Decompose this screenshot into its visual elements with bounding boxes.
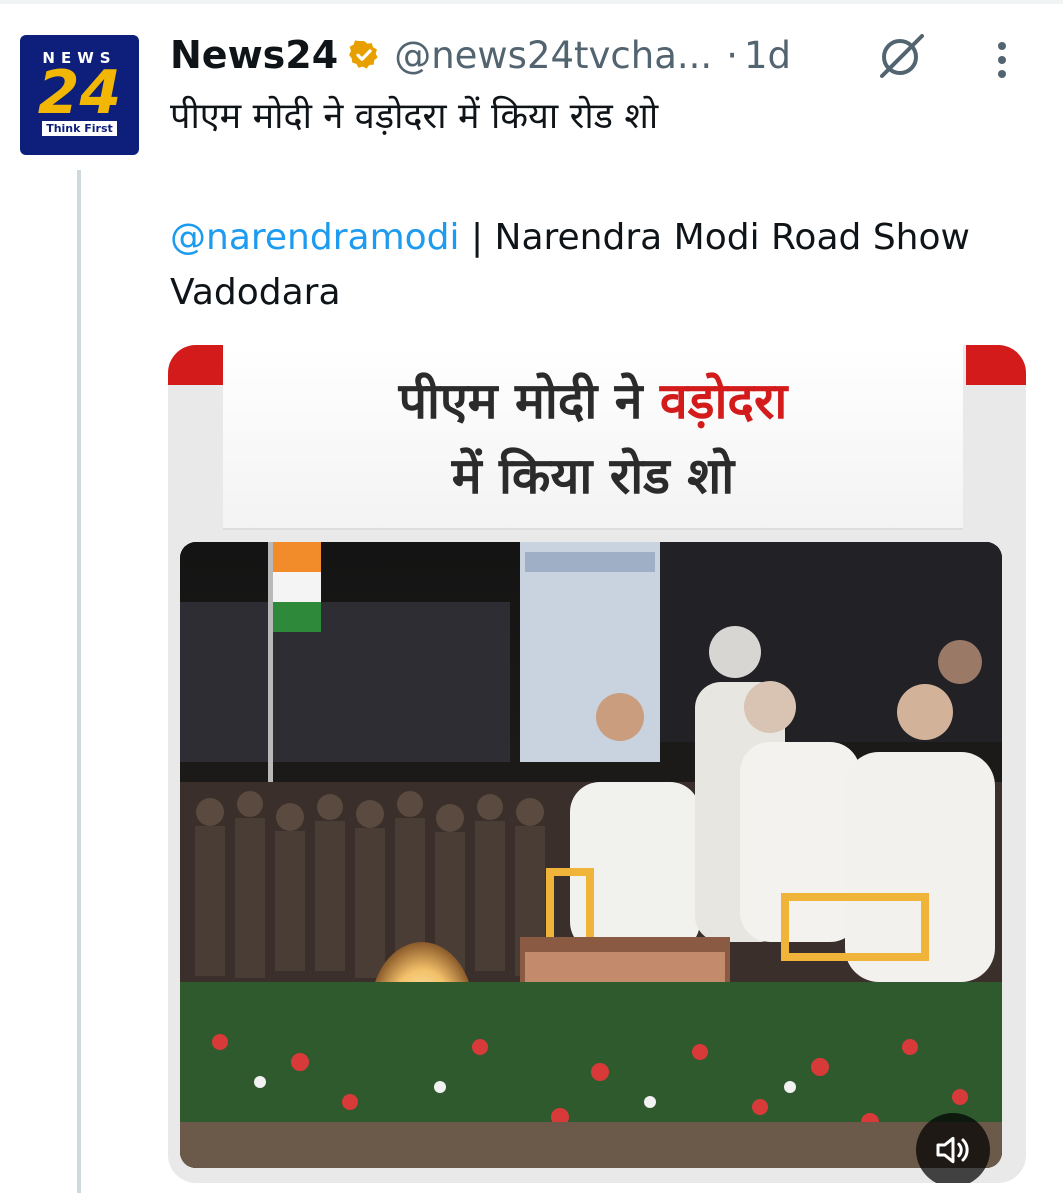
headline-line-1: पीएम मोदी ने वड़ोदरा xyxy=(223,365,963,433)
video-scene-graphic xyxy=(180,542,1002,1168)
verified-badge-icon[interactable] xyxy=(348,39,380,71)
headline-red-word: वड़ोदरा xyxy=(659,372,788,430)
more-options-icon[interactable] xyxy=(990,38,1014,82)
volume-icon xyxy=(936,1136,969,1164)
mute-button[interactable] xyxy=(916,1113,990,1183)
headline-line-2: में किया रोड शो xyxy=(451,447,735,505)
banner-red-accent-left xyxy=(168,345,228,385)
grok-icon[interactable] xyxy=(876,32,928,80)
tweet-text-english: @narendramodi | Narendra Modi Road Show … xyxy=(170,210,990,320)
tweet-header: News24 @news24tvcha... · 1d xyxy=(170,30,791,80)
top-divider xyxy=(0,0,1063,4)
author-name[interactable]: News24 xyxy=(170,33,338,77)
avatar-tagline: Think First xyxy=(42,121,117,136)
avatar-number: 24 xyxy=(37,58,122,128)
video-headline-banner: पीएम मोदी ने वड़ोदरा में किया रोड शो xyxy=(223,345,963,530)
avatar[interactable]: NEWS 24 Think First xyxy=(20,35,139,155)
headline-part-1: पीएम मोदी ने xyxy=(398,372,660,430)
video-frame[interactable] xyxy=(180,542,1002,1168)
tweet-text-hindi: पीएम मोदी ने वड़ोदरा में किया रोड शो xyxy=(170,96,659,137)
timestamp[interactable]: 1d xyxy=(744,34,791,77)
author-handle[interactable]: @news24tvcha... xyxy=(394,34,712,77)
thread-line xyxy=(77,170,81,1193)
mention-link[interactable]: @narendramodi xyxy=(170,217,460,258)
banner-red-accent-right xyxy=(966,345,1026,385)
tweet-video[interactable]: पीएम मोदी ने वड़ोदरा में किया रोड शो xyxy=(168,345,1026,1183)
separator-dot: · xyxy=(726,33,738,77)
